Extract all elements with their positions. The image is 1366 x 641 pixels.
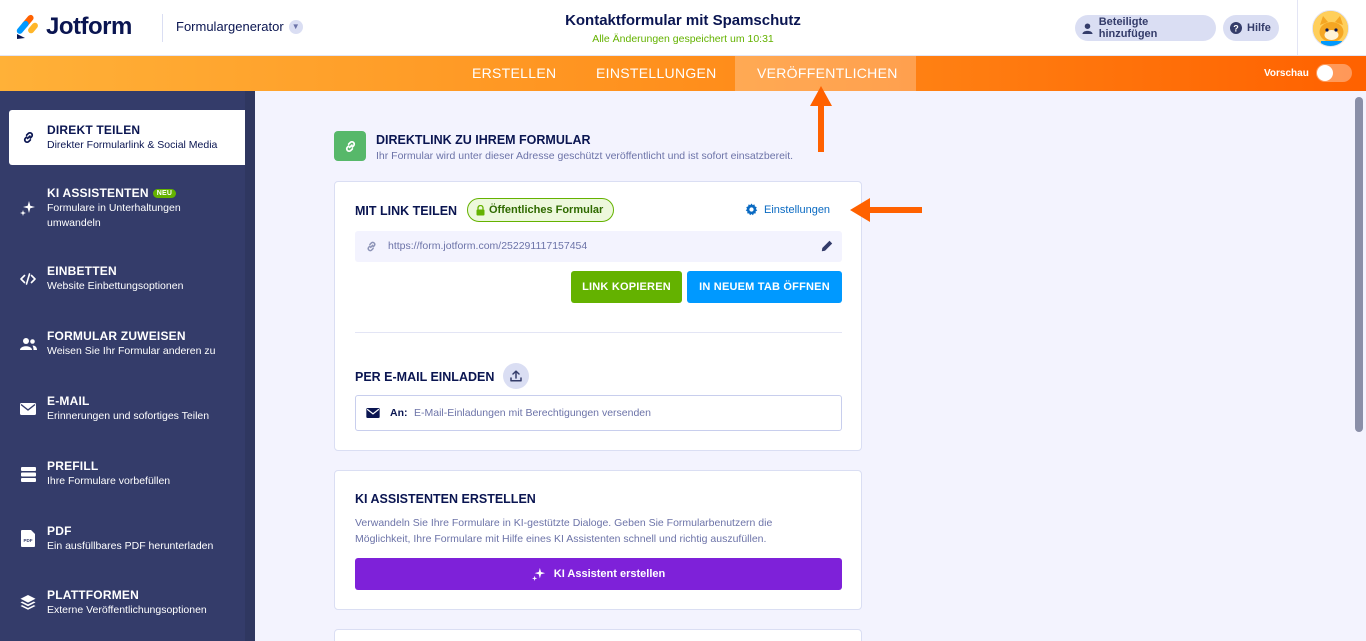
sidebar-item-title: EINBETTEN — [47, 264, 117, 278]
sidebar-item-platforms[interactable]: PLATTFORMEN Externe Veröffentlichungsopt… — [9, 581, 245, 621]
sidebar-item-desc: Ein ausfüllbares PDF herunterladen — [47, 540, 214, 552]
card-divider — [355, 332, 842, 333]
envelope-icon — [366, 408, 380, 418]
sidebar-item-title: PDF — [47, 524, 72, 538]
sidebar-edge — [245, 91, 255, 641]
annotation-arrow-left-icon — [850, 198, 922, 222]
sidebar-item-email[interactable]: E-MAIL Erinnerungen und sofortiges Teile… — [9, 386, 245, 426]
upload-icon[interactable] — [503, 363, 529, 389]
sidebar-item-desc: Externe Veröffentlichungsoptionen — [47, 604, 207, 616]
next-card — [334, 629, 862, 641]
preview-toggle[interactable] — [1316, 64, 1352, 82]
layers-icon — [19, 593, 37, 611]
sidebar-item-desc: Erinnerungen und sofortiges Teilen — [47, 410, 210, 422]
user-icon — [1080, 20, 1096, 36]
lock-icon — [476, 204, 485, 215]
email-placeholder: E-Mail-Einladungen mit Berechtigungen ve… — [414, 407, 651, 419]
sidebar-item-title: FORMULAR ZUWEISEN — [47, 329, 186, 343]
sidebar-item-ai-assistants[interactable]: KI ASSISTENTEN NEU Formulare in Unterhalt… — [9, 183, 245, 233]
sidebar-item-assign-form[interactable]: FORMULAR ZUWEISEN Weisen Sie Ihr Formula… — [9, 321, 245, 361]
users-icon — [19, 335, 37, 353]
top-header: Jotform Formulargenerator ▼ Kontaktformu… — [0, 0, 1366, 56]
settings-link-label: Einstellungen — [764, 203, 831, 216]
public-form-badge[interactable]: Öffentliches Formular — [467, 198, 615, 222]
toggle-knob — [1317, 65, 1333, 81]
sparkle-icon — [19, 199, 37, 217]
ai-assistant-card: KI ASSISTENTEN ERSTELLEN Verwandeln Sie … — [334, 470, 862, 610]
email-invite-title: PER E-MAIL EINLADEN — [355, 370, 495, 384]
sidebar-item-title: PREFILL — [47, 459, 99, 473]
sidebar-item-desc: Formulare in Unterhaltungen umwandeln — [47, 202, 181, 229]
share-settings-link[interactable]: Einstellungen — [745, 203, 830, 216]
sidebar-item-embed[interactable]: EINBETTEN Website Einbettungsoptionen — [9, 256, 245, 296]
publish-sidebar: DIREKT TEILEN Direkter Formularlink & So… — [0, 91, 255, 641]
svg-text:PDF: PDF — [24, 538, 33, 543]
code-icon — [19, 270, 37, 288]
link-small-icon — [367, 241, 376, 252]
form-url-field[interactable]: https://form.jotform.com/252291117157454 — [355, 231, 842, 262]
help-label: Hilfe — [1247, 22, 1271, 34]
link-icon — [19, 128, 37, 146]
sidebar-item-desc: Website Einbettungsoptionen — [47, 280, 184, 292]
pdf-icon: PDF — [19, 529, 37, 547]
sidebar-item-desc: Direkter Formularlink & Social Media — [47, 139, 218, 151]
builder-navbar: ERSTELLEN EINSTELLUNGEN VERÖFFENTLICHEN … — [0, 56, 1366, 91]
email-to-label: An: — [390, 407, 408, 419]
sidebar-item-title: PLATTFORMEN — [47, 588, 139, 602]
sidebar-item-desc: Weisen Sie Ihr Formular anderen zu — [47, 345, 216, 357]
question-icon: ? — [1228, 20, 1244, 36]
sidebar-item-title: KI ASSISTENTEN NEU — [47, 186, 177, 200]
ai-card-title: KI ASSISTENTEN ERSTELLEN — [355, 492, 536, 506]
ai-button-label: KI Assistent erstellen — [553, 568, 666, 580]
create-ai-assistant-button[interactable]: KI Assistent erstellen — [355, 558, 842, 590]
scrollbar-thumb[interactable] — [1355, 97, 1363, 432]
preview-label: Vorschau — [1264, 68, 1309, 79]
link-badge-icon — [334, 131, 366, 161]
sidebar-item-direct-share[interactable]: DIREKT TEILEN Direkter Formularlink & So… — [9, 110, 245, 165]
header-divider-right — [1297, 0, 1298, 56]
sidebar-item-title-text: KI ASSISTENTEN — [47, 186, 149, 200]
share-link-card: MIT LINK TEILEN Öffentliches Formular Ei… — [334, 181, 862, 451]
form-url-text: https://form.jotform.com/252291117157454 — [388, 240, 588, 252]
new-badge: NEU — [152, 189, 177, 198]
share-link-title: MIT LINK TEILEN — [355, 204, 458, 218]
svg-text:?: ? — [1233, 24, 1239, 34]
cat-avatar-icon[interactable] — [1312, 10, 1349, 47]
sidebar-item-pdf[interactable]: PDF PDF Ein ausfüllbares PDF herunterlad… — [9, 516, 245, 556]
section-title: DIREKTLINK ZU IHREM FORMULAR — [376, 133, 591, 147]
help-button[interactable]: ? Hilfe — [1223, 15, 1279, 41]
sidebar-item-prefill[interactable]: PREFILL Ihre Formulare vorbefüllen — [9, 451, 245, 491]
section-subtitle: Ihr Formular wird unter dieser Adresse g… — [376, 150, 794, 162]
tab-create[interactable]: ERSTELLEN — [472, 56, 556, 91]
sidebar-item-title: E-MAIL — [47, 394, 90, 408]
add-collaborators-button[interactable]: Beteiligte hinzufügen — [1075, 15, 1216, 41]
publish-content: DIREKTLINK ZU IHREM FORMULAR Ihr Formula… — [255, 91, 1354, 641]
sidebar-item-title: DIREKT TEILEN — [47, 123, 141, 137]
envelope-icon — [19, 400, 37, 418]
collaborators-label: Beteiligte hinzufügen — [1098, 16, 1158, 40]
ai-card-description: Verwandeln Sie Ihre Formulare in KI-gest… — [355, 517, 773, 545]
public-form-label: Öffentliches Formular — [489, 204, 604, 216]
email-invite-field[interactable]: An: E-Mail-Einladungen mit Berechtigunge… — [355, 395, 842, 431]
prefill-icon — [19, 465, 37, 483]
copy-link-button[interactable]: LINK KOPIEREN — [571, 271, 682, 303]
annotation-arrow-up-icon — [810, 86, 832, 152]
sidebar-item-desc: Ihre Formulare vorbefüllen — [47, 475, 171, 487]
pencil-icon[interactable] — [821, 240, 833, 252]
gear-icon — [745, 203, 758, 216]
sparkle-icon — [531, 567, 545, 581]
tab-settings[interactable]: EINSTELLUNGEN — [596, 56, 717, 91]
open-new-tab-button[interactable]: IN NEUEM TAB ÖFFNEN — [687, 271, 842, 303]
